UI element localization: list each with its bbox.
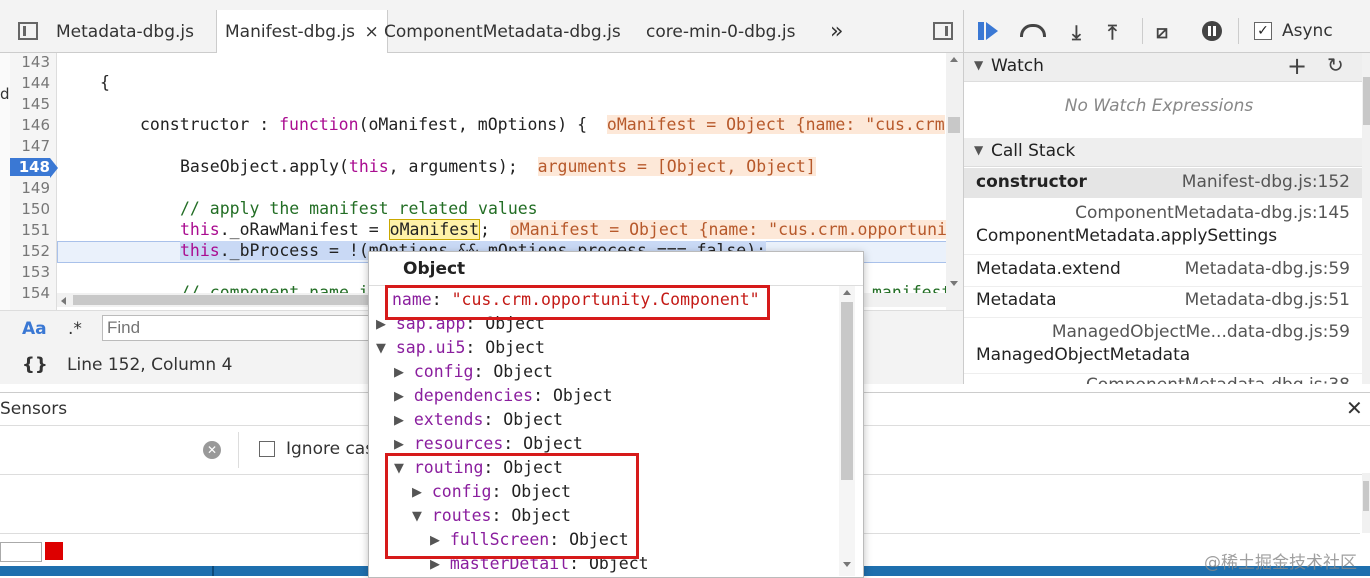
line-number[interactable]: 146 <box>10 116 50 134</box>
breakpoint-marker[interactable]: 148 <box>10 158 50 176</box>
line-number[interactable]: 154 <box>10 284 50 302</box>
regex-button[interactable]: .* <box>68 319 82 339</box>
pause-on-exceptions-icon[interactable] <box>1202 21 1222 41</box>
callstack-frame[interactable]: constructor Manifest-dbg.js:152 <box>964 168 1362 198</box>
code-line-148: BaseObject.apply(this, arguments); argum… <box>180 157 816 176</box>
toolbar-divider <box>1142 18 1143 44</box>
async-checkbox[interactable]: ✓ <box>1254 22 1272 40</box>
color-swatch-red[interactable] <box>45 542 63 560</box>
code-line-144: { <box>100 73 110 92</box>
match-case-button[interactable]: Aa <box>22 319 47 339</box>
tree-row-sap-ui5[interactable]: ▼ sap.ui5: Object <box>376 338 545 357</box>
breakpoint-arrow <box>50 158 58 178</box>
toggle-debugger-icon[interactable] <box>933 22 953 40</box>
pretty-print-button[interactable]: {} <box>22 354 48 375</box>
clear-filter-icon[interactable]: ✕ <box>203 441 221 459</box>
tree-row-config[interactable]: ▶ config: Object <box>394 362 553 381</box>
toolbar-divider <box>1238 18 1239 44</box>
watch-empty-text: No Watch Expressions <box>1064 96 1254 116</box>
tree-row-dependencies[interactable]: ▶ dependencies: Object <box>394 386 613 405</box>
code-line-150: // apply the manifest related values <box>180 199 538 218</box>
code-line-151: this._oRawManifest = oManifest; oManifes… <box>180 219 947 240</box>
callstack-title: Call Stack <box>991 141 1076 161</box>
watch-title: Watch <box>991 56 1044 76</box>
drawer-close-button[interactable]: ✕ <box>1346 396 1363 420</box>
taskbar-divider <box>212 566 214 576</box>
tree-row-resources[interactable]: ▶ resources: Object <box>394 434 583 453</box>
watch-section-header[interactable]: ▼ Watch + ↻ <box>964 52 1364 82</box>
annotation-box-routing <box>385 453 639 559</box>
tab-metadata-dbg[interactable]: Metadata-dbg.js <box>48 10 202 52</box>
line-number[interactable]: 143 <box>10 53 50 71</box>
deactivate-breakpoints-icon[interactable]: ⧄ <box>1156 21 1168 43</box>
expand-triangle-icon: ▼ <box>974 143 984 157</box>
ignore-case-checkbox[interactable] <box>259 441 275 457</box>
drawer-scrollbar[interactable] <box>1362 473 1370 533</box>
tab-manifest-dbg[interactable]: Manifest-dbg.js × <box>216 10 388 53</box>
color-swatch-white[interactable] <box>0 542 42 562</box>
code-line-146: constructor : function(oManifest, mOptio… <box>140 115 945 134</box>
callstack-frame[interactable]: ManagedObjectMe...data-dbg.js:59 Managed… <box>964 319 1362 374</box>
resume-icon[interactable] <box>978 22 984 40</box>
debugger-sidebar: ⤓ ⤒ ⧄ ✓ Async ▼ Watch + ↻ No Watch Expre… <box>963 10 1370 384</box>
line-number[interactable]: 150 <box>10 200 50 218</box>
tabs-overflow-icon[interactable]: » <box>822 10 851 52</box>
add-watch-icon[interactable]: + <box>1287 52 1307 80</box>
popover-header: Object <box>369 252 863 286</box>
line-number[interactable]: 145 <box>10 95 50 113</box>
tab-componentmetadata-dbg[interactable]: ComponentMetadata-dbg.js <box>376 10 629 52</box>
step-over-icon[interactable] <box>1020 24 1046 37</box>
toggle-navigator-icon[interactable] <box>18 22 38 40</box>
callstack-frame[interactable]: Metadata.extend Metadata-dbg.js:59 <box>964 256 1362 287</box>
callstack-frame[interactable]: ComponentMetadata-dbg.js:145 ComponentMe… <box>964 200 1362 255</box>
line-number[interactable]: 149 <box>10 179 50 197</box>
resume-play-icon <box>986 22 998 40</box>
callstack-frame[interactable]: ComponentMetadata-dbg.js:38 <box>964 373 1362 384</box>
line-gutter[interactable]: 143 144 145 146 147 148 149 150 151 152 … <box>10 53 58 310</box>
tree-row-extends[interactable]: ▶ extends: Object <box>394 410 563 429</box>
toolbar-divider <box>238 432 239 468</box>
inline-value: oManifest = Object {name: "cus.crm <box>606 115 945 134</box>
expand-triangle-icon: ▼ <box>974 58 984 72</box>
editor-vscrollbar[interactable] <box>946 53 963 310</box>
callstack-section-header[interactable]: ▼ Call Stack <box>964 138 1364 167</box>
object-inspector-popover[interactable]: Object name: "cus.crm.opportunity.Compon… <box>368 251 864 578</box>
drawer-title: Sensors <box>0 399 68 419</box>
line-number[interactable]: 144 <box>10 74 50 92</box>
line-number[interactable]: 152 <box>10 242 50 260</box>
callstack-frame[interactable]: Metadata Metadata-dbg.js:51 <box>964 287 1362 318</box>
left-edge-letter: d <box>0 85 10 103</box>
cursor-position: Line 152, Column 4 <box>67 355 233 375</box>
popover-scrollbar[interactable] <box>839 286 855 576</box>
tab-core-min-dbg[interactable]: core-min-0-dbg.js <box>638 10 803 52</box>
line-number[interactable]: 153 <box>10 263 50 281</box>
hovered-token[interactable]: oManifest <box>388 219 481 240</box>
ignore-case-label: Ignore cas <box>286 439 375 459</box>
refresh-watch-icon[interactable]: ↻ <box>1327 53 1344 77</box>
step-out-icon[interactable]: ⤒ <box>1108 20 1117 44</box>
find-input[interactable] <box>102 315 382 341</box>
line-number[interactable]: 147 <box>10 137 50 155</box>
watermark: @稀土掘金技术社区 <box>1204 553 1357 573</box>
editor-tab-bar: Metadata-dbg.js Manifest-dbg.js × Compon… <box>0 10 963 53</box>
async-label: Async <box>1282 21 1333 41</box>
annotation-box-name <box>385 285 770 320</box>
step-into-icon[interactable]: ⤓ <box>1072 20 1081 44</box>
line-number[interactable]: 151 <box>10 221 50 239</box>
inline-value: arguments = [Object, Object] <box>537 157 816 176</box>
debugger-toolbar: ⤓ ⤒ ⧄ ✓ Async <box>964 10 1370 53</box>
sidebar-scrollbar[interactable] <box>1362 53 1370 384</box>
inline-value: oManifest = Object {name: "cus.crm.oppor… <box>509 220 947 239</box>
